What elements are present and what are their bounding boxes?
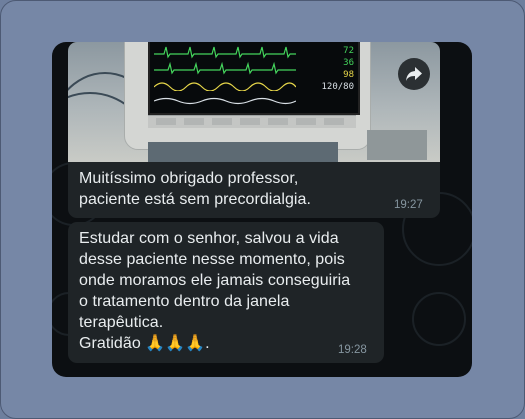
message-timestamp: 19:27 — [394, 199, 423, 211]
message-text: Muitíssimo obrigado professor, paciente … — [79, 170, 311, 208]
monitor-device: 72 36 98 120/80 — [124, 42, 371, 150]
forward-arrow-icon — [406, 67, 422, 81]
patient-monitor-photo[interactable]: 72 36 98 120/80 — [68, 42, 440, 162]
monitor-value: 36 — [343, 58, 354, 68]
monitor-values: 72 36 98 120/80 — [304, 45, 354, 93]
chat-view: 72 36 98 120/80 Muitíssimo obrigado prof… — [52, 42, 472, 377]
wallpaper-doodle — [412, 292, 466, 346]
forward-button[interactable] — [398, 58, 430, 90]
message-timestamp: 19:28 — [338, 344, 367, 356]
monitor-key — [184, 118, 204, 125]
monitor-key — [324, 118, 344, 125]
pleth-waveform — [154, 82, 296, 91]
message-bubble-text[interactable]: Estudar com o senhor, salvou a vida dess… — [68, 222, 384, 363]
monitor-value: 98 — [343, 70, 354, 80]
monitor-key — [296, 118, 316, 125]
resp-waveform — [154, 97, 296, 105]
monitor-value: 72 — [343, 46, 354, 56]
monitor-key — [212, 118, 232, 125]
monitor-screen: 72 36 98 120/80 — [148, 42, 360, 115]
ecg-waveform — [154, 46, 296, 59]
monitor-key — [240, 118, 260, 125]
monitor-keys — [148, 115, 356, 128]
monitor-value: 120/80 — [321, 82, 354, 92]
side-device — [367, 130, 427, 160]
monitor-key — [268, 118, 288, 125]
ecg-waveform — [154, 61, 296, 75]
message-bubble-image[interactable]: 72 36 98 120/80 Muitíssimo obrigado prof… — [68, 42, 440, 218]
monitor-stand — [148, 142, 338, 162]
message-text: Estudar com o senhor, salvou a vida dess… — [79, 230, 351, 352]
monitor-key — [156, 118, 176, 125]
